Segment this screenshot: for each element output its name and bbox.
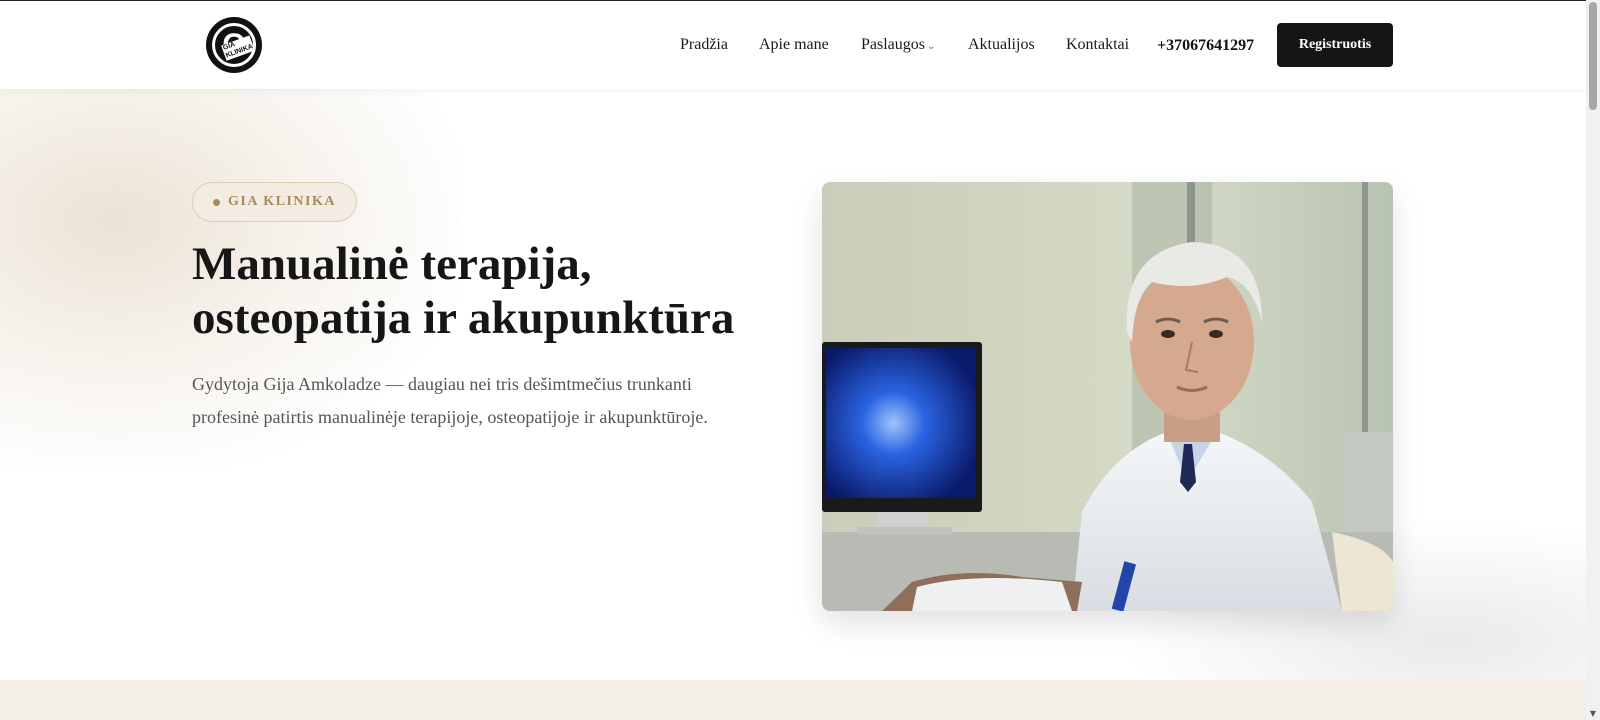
nav-item-apie-mane[interactable]: Apie mane bbox=[759, 34, 829, 56]
hero-lead: Gydytoja Gija Amkoladze — daugiau nei tr… bbox=[192, 374, 708, 427]
hero-title: Manualinė terapija, osteopatija ir akupu… bbox=[192, 238, 735, 344]
register-button[interactable]: Registruotis bbox=[1277, 23, 1393, 67]
nav-item-paslaugos[interactable]: Paslaugos ⌄ bbox=[861, 34, 935, 58]
nav-item-kontaktai[interactable]: Kontaktai bbox=[1066, 34, 1129, 56]
nav-item-aktualijos[interactable]: Aktualijos bbox=[968, 34, 1035, 56]
doctor-portrait-illustration bbox=[822, 182, 1393, 611]
nav-item-pradzia[interactable]: Pradžia bbox=[680, 34, 728, 56]
nav-label: Apie mane bbox=[759, 36, 829, 53]
phone-link[interactable]: +37067641297 bbox=[1157, 35, 1254, 57]
nav-label: Pradžia bbox=[680, 36, 728, 53]
badge-dot-icon bbox=[213, 198, 221, 206]
nav-label: Aktualijos bbox=[968, 36, 1035, 53]
nav-label: Paslaugos bbox=[861, 36, 925, 53]
hero-badge: GIA KLINIKA bbox=[192, 182, 357, 222]
chevron-down-icon: ⌄ bbox=[927, 41, 936, 52]
next-section-band bbox=[0, 680, 1586, 720]
scrollbar-thumb[interactable] bbox=[1589, 2, 1597, 110]
nav-label: Kontaktai bbox=[1066, 36, 1130, 53]
site-header: G GIA KLINIKA Pradžia Apie mane Paslaugo… bbox=[0, 1, 1586, 89]
badge-label: GIA KLINIKA bbox=[228, 194, 336, 209]
doctor-photo bbox=[822, 182, 1393, 611]
scroll-down-arrow-icon[interactable]: ▼ bbox=[1588, 710, 1598, 718]
